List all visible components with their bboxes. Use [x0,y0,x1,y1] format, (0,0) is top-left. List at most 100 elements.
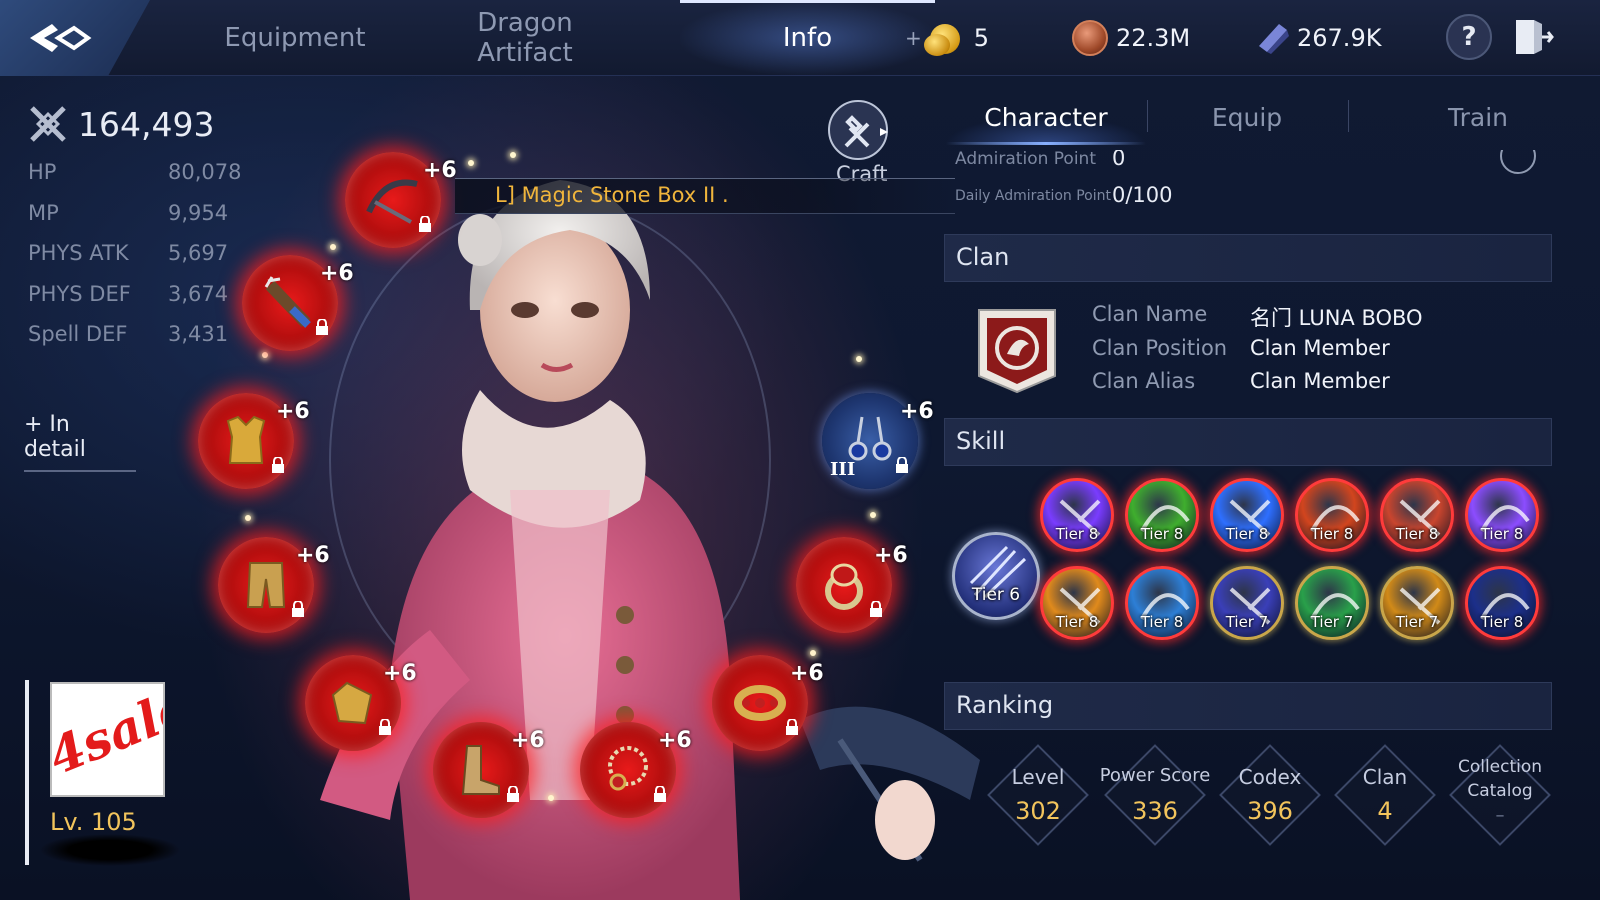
help-button[interactable]: ? [1446,14,1492,60]
top-bar: Equipment Dragon Artifact Info + 5 22.3M… [0,0,1600,76]
stat-label: MP [28,201,59,225]
clan-emblem[interactable] [975,306,1059,394]
power-value: 164,493 [78,104,215,144]
tab-dragon-artifact[interactable]: Dragon Artifact [455,0,595,76]
rank-codex[interactable]: Codex 396 [1219,744,1321,846]
skill-icon[interactable]: Tier 8 [1040,566,1114,640]
skill-tier: Tier 8 [1225,525,1269,543]
equip-slot-crossbow[interactable]: +6 [345,152,457,248]
sparkle [810,650,816,656]
sparkle [856,356,862,362]
stat-value: 3,674 [168,282,229,306]
lock-icon [419,216,431,232]
crystal-amount: 267.9K [1297,24,1382,52]
notice-banner[interactable]: L] Magic Stone Box II . [455,178,955,214]
admiration-clip: Admiration Point 0 [944,150,1564,174]
admiration-label: Admiration Point [955,150,1096,169]
back-arrow-icon[interactable] [24,18,96,58]
equip-slot-necklace[interactable]: +6 [580,722,692,818]
stat-label: HP [28,160,57,184]
skill-section-header: Skill [944,418,1552,466]
stat-label: PHYS DEF [28,282,131,306]
equip-slot-armor[interactable]: +6 [198,393,310,489]
tab-train[interactable]: Train [1378,96,1578,144]
add-gold-icon[interactable]: + [905,26,922,50]
tab-equip[interactable]: Equip [1147,96,1347,144]
skill-icon[interactable]: Tier 8 [1125,478,1199,552]
clan-section-header: Clan [944,234,1552,282]
skill-icon[interactable]: Tier 8 [1380,478,1454,552]
redacted-name [40,830,180,870]
skill-icon[interactable]: Tier 7 [1210,566,1284,640]
rank-value: – [1495,805,1505,826]
rank-value: 302 [1015,797,1061,825]
gold-currency[interactable]: + 5 [905,18,989,58]
sparkle [468,160,474,166]
craft-button[interactable] [828,100,888,160]
equip-slot-quiver[interactable]: +6 [242,255,354,351]
enhance-level: +6 [658,728,692,753]
equip-slot-gloves[interactable]: +6 [305,655,417,751]
rank-collection-catalog[interactable]: Collection Catalog – [1449,744,1551,846]
skill-icon[interactable]: Tier 8 [1465,566,1539,640]
sparkle [330,244,336,250]
equip-slot-boots[interactable]: +6 [433,722,545,818]
tab-divider [1348,100,1349,132]
clan-position-value: Clan Member [1250,336,1390,360]
skill-icon[interactable]: Tier 7 [1295,566,1369,640]
equip-slot-bracelet[interactable]: +6 [712,655,824,751]
skill-tier: Tier 7 [1310,613,1354,631]
equip-slot-earring[interactable]: +6 III [822,393,934,489]
character-tab-indicator [946,142,1146,145]
game-screen: Equipment Dragon Artifact Info + 5 22.3M… [0,0,1600,900]
armor-icon [226,415,266,464]
lock-icon [272,457,284,473]
copper-currency[interactable]: 22.3M [1072,18,1190,58]
rank-clan[interactable]: Clan 4 [1334,744,1436,846]
skill-icon[interactable]: Tier 7 [1380,566,1454,640]
clan-position-label: Clan Position [1092,336,1228,360]
sparkle [262,352,268,358]
stat-label: PHYS ATK [28,241,129,265]
enhance-level: +6 [790,661,824,686]
skill-tier: Tier 8 [1395,525,1439,543]
crystal-icon [1255,20,1291,56]
gold-coins-icon [923,20,964,56]
tab-info[interactable]: Info [680,0,935,76]
sparkle [510,152,516,158]
equip-slot-ring[interactable]: +6 [796,537,908,633]
ranking-section-header: Ranking [944,682,1552,730]
tab-equipment[interactable]: Equipment [215,0,375,76]
equip-slot-pants[interactable]: +6 [218,537,330,633]
tab-character[interactable]: Character [946,96,1146,144]
rank-level[interactable]: Level 302 [987,744,1089,846]
in-detail-button[interactable]: + In detail [24,412,136,472]
admiration-info-icon[interactable] [1500,150,1536,178]
lock-icon [786,719,798,735]
stat-value: 9,954 [168,201,229,225]
skill-main[interactable]: Tier 6 [952,532,1040,620]
level-bar [25,680,29,865]
enhance-level: +6 [423,158,457,183]
skill-tier: Tier 7 [1225,613,1269,631]
stat-spell-def: Spell DEF 3,431 [28,322,228,352]
lock-icon [870,601,882,617]
daily-admiration-value: 0/100 [1112,183,1173,207]
skill-icon[interactable]: Tier 8 [1465,478,1539,552]
skill-icon[interactable]: Tier 8 [1125,566,1199,640]
skill-icon[interactable]: Tier 8 [1210,478,1284,552]
enhance-level: +6 [276,399,310,424]
rank-frame [1334,744,1436,846]
enhance-level: +6 [874,543,908,568]
enhance-level: +6 [383,661,417,686]
sparkle [548,795,554,801]
rank-power-score[interactable]: Power Score 336 [1100,744,1210,846]
skill-icon[interactable]: Tier 8 [1040,478,1114,552]
crystal-currency[interactable]: 267.9K [1255,18,1381,58]
skill-tier: Tier 8 [1055,613,1099,631]
necklace-icon [608,746,648,791]
clan-alias-value: Clan Member [1250,369,1390,393]
exit-icon[interactable] [1512,16,1554,58]
power-score: 164,493 [28,104,214,144]
skill-icon[interactable]: Tier 8 [1295,478,1369,552]
